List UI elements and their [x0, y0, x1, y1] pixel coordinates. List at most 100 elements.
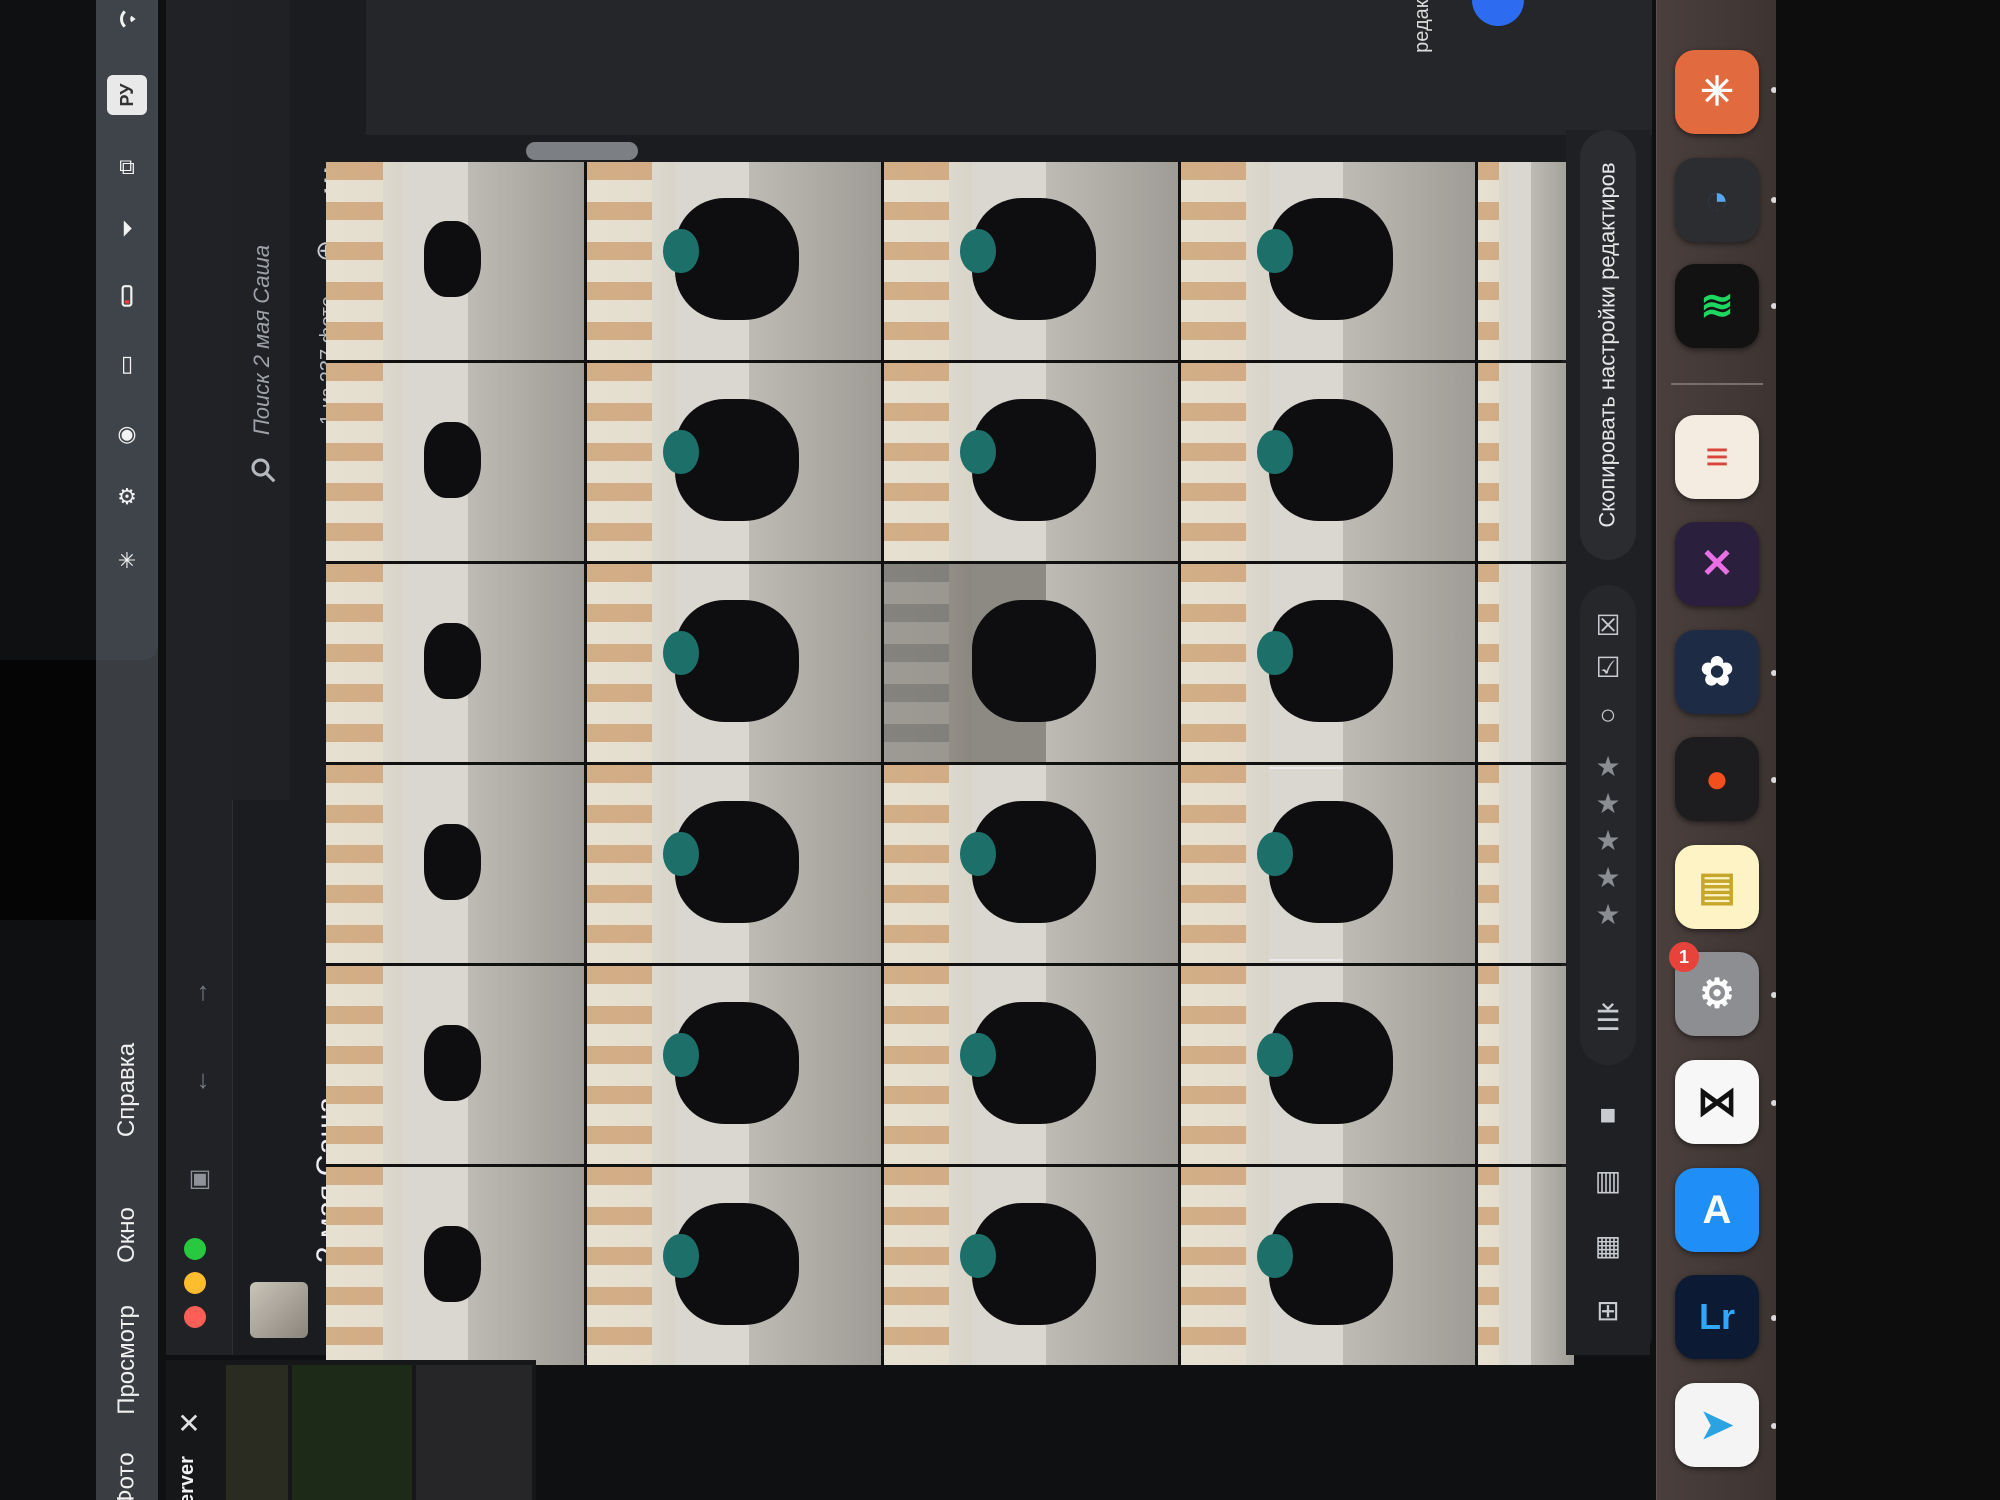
location-icon[interactable]: ◉ [108, 415, 146, 453]
photo-thumbnail[interactable] [1478, 363, 1574, 561]
photo-thumbnail[interactable] [1181, 1167, 1475, 1365]
dock-figma[interactable]: ● [1675, 737, 1759, 821]
photo-thumbnail[interactable] [884, 1167, 1178, 1365]
arrow-up-icon[interactable]: ↑ [188, 976, 218, 1006]
background-window: ✕ erver [166, 1360, 536, 1500]
circle-icon[interactable]: ○ [1588, 695, 1628, 735]
menu-bar: РУ ⧉ ⏵ ▯ ◉ ⚙ ✳ Справка Окно Просмотр Фот… [96, 0, 158, 1500]
photo-thumbnail[interactable] [1478, 564, 1574, 762]
photo-thumbnail[interactable] [884, 363, 1178, 561]
grid-small-icon[interactable]: ▦ [1588, 1225, 1628, 1265]
dock-app-store[interactable]: A [1675, 1168, 1759, 1252]
search-column: Поиск 2 мая Саша [232, 0, 290, 800]
rating-flag-group: ☒ ☑ ○ ★ ★ ★ ★ ★ ⌄ [1580, 585, 1636, 1065]
photo-thumbnail[interactable] [1181, 966, 1475, 1164]
dock-affinity[interactable]: ✕ [1675, 522, 1759, 606]
rating-star-4[interactable]: ★ [1592, 787, 1624, 819]
photo-thumbnail[interactable] [1181, 765, 1475, 963]
photo-thumbnail[interactable] [884, 966, 1178, 1164]
flag-pick-icon[interactable]: ☑ [1588, 647, 1628, 687]
accent-toggle[interactable] [1472, 0, 1524, 26]
input-source-indicator[interactable]: РУ [107, 75, 147, 115]
photo-thumbnail[interactable] [326, 363, 584, 561]
rating-star-3[interactable]: ★ [1592, 824, 1624, 856]
sparkle-icon[interactable]: ✳ [108, 542, 146, 580]
top-panel-label: редакт… [1410, 0, 1433, 53]
photo-thumbnail[interactable] [884, 564, 1178, 762]
photo-thumbnail[interactable] [326, 966, 584, 1164]
minimize-window-button[interactable] [184, 1272, 206, 1294]
panel-drag-handle[interactable] [526, 142, 638, 160]
photo-thumbnail[interactable] [1478, 966, 1574, 1164]
arrow-down-icon[interactable]: ↓ [188, 1064, 218, 1094]
compare-icon[interactable]: ▥ [1588, 1160, 1628, 1200]
album-thumbnail[interactable] [250, 1282, 308, 1338]
search-input[interactable]: Поиск 2 мая Саша [242, 240, 282, 440]
thumbnail[interactable] [292, 1365, 412, 1500]
menu-bar-status-area: РУ ⧉ ⏵ ▯ ◉ ⚙ ✳ [96, 0, 158, 660]
photo-thumbnail[interactable] [587, 564, 881, 762]
window-title-strip: ▣ ↓ ↑ [166, 0, 233, 1355]
thumbnail[interactable] [226, 1365, 288, 1500]
rating-star-2[interactable]: ★ [1592, 861, 1624, 893]
thumbnail[interactable] [416, 1365, 532, 1500]
dock-claude[interactable]: ✳ [1675, 50, 1759, 134]
sort-icon[interactable]: ☰ [1588, 1000, 1628, 1040]
photo-thumbnail[interactable] [587, 765, 881, 963]
photo-thumbnail[interactable] [1181, 162, 1475, 360]
display-bezel [1776, 0, 2000, 1500]
dock-lightroom[interactable]: Lr [1675, 1275, 1759, 1359]
photo-thumbnail[interactable] [1478, 162, 1574, 360]
control-center-icon[interactable]: ⚙ [108, 478, 146, 516]
photo-thumbnail[interactable] [587, 363, 881, 561]
dock-davinci-resolve[interactable]: ✿ [1675, 630, 1759, 714]
photo-thumbnail[interactable] [326, 564, 584, 762]
close-window-button[interactable] [184, 1306, 206, 1328]
dock-books[interactable]: ≡ [1675, 415, 1759, 499]
menu-photo[interactable]: Фото [96, 1410, 158, 1500]
battery-icon[interactable] [108, 278, 146, 316]
photo-thumbnail[interactable] [884, 765, 1178, 963]
rating-star-5[interactable]: ★ [1592, 750, 1624, 782]
photo-thumbnail[interactable] [326, 1167, 584, 1365]
flag-reject-icon[interactable]: ☒ [1588, 605, 1628, 645]
top-edit-panel: редакт… [232, 0, 1652, 135]
photo-thumbnail[interactable] [1478, 1167, 1574, 1365]
grid-toolbar: Скопировать настройки редактиров ☒ ☑ ○ ★… [1566, 130, 1650, 1355]
menu-view[interactable]: Просмотр [96, 1290, 158, 1430]
photo-thumbnail[interactable] [326, 765, 584, 963]
grid-large-icon[interactable]: ⊞ [1588, 1290, 1628, 1330]
gear-icon: ⚙ [1699, 972, 1735, 1016]
wifi-icon[interactable] [108, 0, 146, 38]
copy-icon[interactable]: ⧉ [108, 148, 146, 186]
photo-thumbnail[interactable] [1181, 564, 1475, 762]
copy-settings-button[interactable]: Скопировать настройки редактиров [1580, 130, 1636, 560]
rating-star-1[interactable]: ★ [1592, 898, 1624, 930]
dock-system-settings[interactable]: ⚙ 1 [1669, 942, 1759, 1036]
photo-thumbnail[interactable] [587, 966, 881, 1164]
photo-thumbnail[interactable] [587, 162, 881, 360]
menu-window[interactable]: Окно [96, 1165, 158, 1305]
dock-capcut[interactable]: ⋈ [1675, 1060, 1759, 1144]
photo-thumbnail[interactable] [587, 1167, 881, 1365]
photo-grid [326, 162, 1574, 1365]
play-icon[interactable]: ⏵ [108, 210, 146, 248]
battery-small-icon[interactable]: ▯ [108, 345, 146, 383]
zoom-window-button[interactable] [184, 1238, 206, 1260]
close-icon[interactable]: ✕ [174, 1408, 204, 1439]
sidebar-toggle-icon[interactable]: ▣ [184, 1162, 216, 1194]
dock-telegram[interactable]: ➤ [1675, 1383, 1759, 1467]
photo-thumbnail[interactable] [1478, 765, 1574, 963]
photo-thumbnail[interactable] [884, 162, 1178, 360]
dock-separator [1671, 383, 1763, 385]
dock-spotify[interactable]: ≋ [1675, 264, 1759, 348]
single-view-icon[interactable]: ■ [1588, 1095, 1628, 1135]
photo-thumbnail[interactable] [1181, 363, 1475, 561]
menu-help[interactable]: Справка [96, 1020, 158, 1160]
dock-transloader[interactable]: ◔ [1675, 158, 1759, 242]
dock-notes[interactable]: ▤ [1675, 845, 1759, 929]
photo-thumbnail[interactable] [326, 162, 584, 360]
background-window-title: erver [175, 1455, 198, 1500]
search-icon[interactable] [248, 455, 278, 485]
dock: ✳ ◔ ≋ ≡ ✕ ✿ ● ▤ ⚙ 1 ⋈ A Lr ➤ [1656, 0, 1777, 1500]
